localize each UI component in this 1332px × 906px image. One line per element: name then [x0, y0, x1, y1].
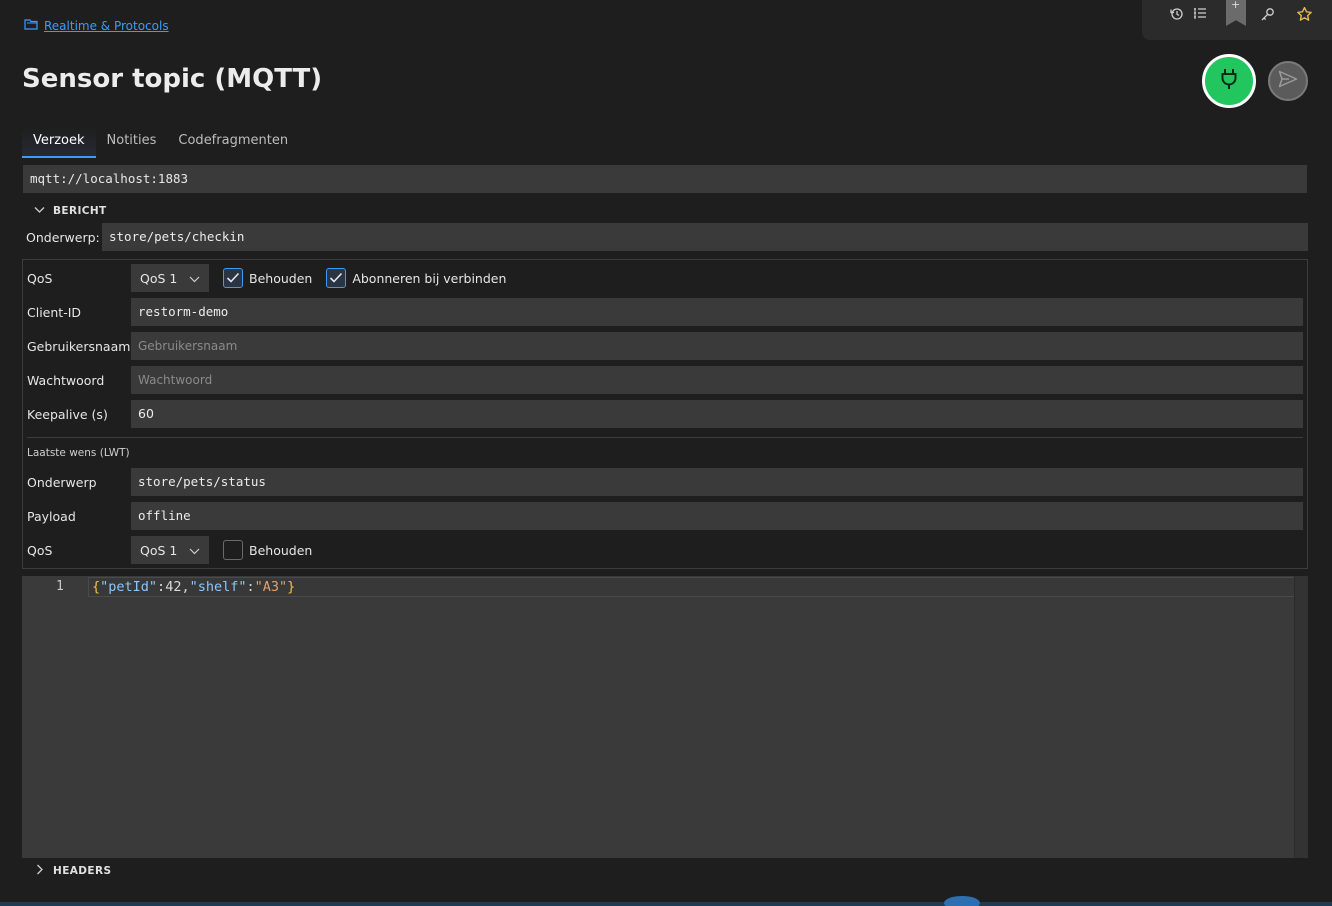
chevron-down-icon: [34, 205, 45, 217]
subscribe-label: Abonneren bij verbinden: [352, 270, 507, 286]
lwt-qos-select[interactable]: QoS 1: [131, 536, 209, 564]
lwt-payload-input[interactable]: offline: [131, 502, 1303, 530]
subscribe-checkbox[interactable]: [326, 268, 347, 288]
json-string: "A3": [254, 579, 288, 595]
key-icon[interactable]: [1258, 5, 1276, 23]
topic-label: Onderwerp:: [26, 229, 100, 245]
keepalive-input[interactable]: 60: [131, 400, 1303, 428]
tab-codefragmenten[interactable]: Codefragmenten: [167, 128, 299, 158]
line-number: 1: [56, 579, 64, 594]
qos-label: QoS: [27, 270, 53, 286]
tab-verzoek[interactable]: Verzoek: [22, 128, 96, 158]
send-button[interactable]: [1268, 61, 1308, 101]
star-icon[interactable]: [1295, 5, 1313, 23]
payload-editor[interactable]: 1 {"petId":42,"shelf":"A3"}: [22, 576, 1308, 858]
json-brace-open: {: [92, 579, 101, 595]
editor-scrollbar[interactable]: [1294, 576, 1308, 858]
mqtt-options-panel: QoS QoS 1 Behouden Abonneren bij verbind…: [22, 259, 1308, 569]
topic-row: Onderwerp: store/pets/checkin: [26, 223, 1308, 251]
code-line[interactable]: {"petId":42,"shelf":"A3"}: [88, 577, 1306, 597]
lwt-topic-label: Onderwerp: [27, 474, 97, 490]
retain-checkbox[interactable]: [223, 268, 243, 288]
page-title: Sensor topic (MQTT): [22, 64, 323, 94]
qos-row: QoS QoS 1 Behouden Abonneren bij verbind…: [27, 264, 520, 292]
client-id-row: Client-ID restorm-demo: [27, 298, 1303, 326]
qos-select[interactable]: QoS 1: [131, 264, 209, 292]
json-comma: ,: [181, 579, 190, 595]
json-key: "shelf": [189, 579, 247, 595]
username-label: Gebruikersnaam: [27, 338, 131, 354]
client-id-label: Client-ID: [27, 304, 82, 320]
lwt-qos-row: QoS QoS 1 Behouden: [27, 536, 326, 564]
connect-button[interactable]: [1202, 54, 1256, 108]
chevron-right-icon: [34, 864, 45, 878]
status-bar: [0, 902, 1332, 906]
json-colon: :: [157, 579, 166, 595]
bookmark-add-icon[interactable]: +: [1226, 0, 1246, 26]
json-number: 42: [165, 579, 182, 595]
check-icon: [329, 269, 343, 288]
keepalive-row: Keepalive (s) 60: [27, 400, 1303, 428]
lwt-topic-input[interactable]: store/pets/status: [131, 468, 1303, 496]
top-toolbar: +: [1142, 0, 1332, 40]
json-brace-close: }: [287, 579, 296, 595]
folder-icon: [24, 17, 40, 34]
message-section-toggle[interactable]: BERICHT: [34, 205, 107, 217]
lwt-payload-row: Payload offline: [27, 502, 1303, 530]
plug-icon: [1219, 68, 1239, 94]
username-input[interactable]: Gebruikersnaam: [131, 332, 1303, 360]
status-indicator: [944, 896, 980, 906]
qos-select-value: QoS 1: [140, 270, 178, 286]
send-icon: [1278, 70, 1298, 92]
keepalive-label: Keepalive (s): [27, 406, 108, 422]
url-input[interactable]: mqtt://localhost:1883: [23, 165, 1307, 193]
lwt-title: Laatste wens (LWT): [27, 447, 130, 459]
json-colon: :: [246, 579, 255, 595]
client-id-input[interactable]: restorm-demo: [131, 298, 1303, 326]
divider: [27, 437, 1303, 438]
chevron-down-icon: [189, 543, 200, 558]
json-key: "petId": [100, 579, 158, 595]
breadcrumb-link[interactable]: Realtime & Protocols: [44, 19, 169, 33]
password-row: Wachtwoord Wachtwoord: [27, 366, 1303, 394]
lwt-retain-checkbox[interactable]: [223, 540, 243, 560]
password-input[interactable]: Wachtwoord: [131, 366, 1303, 394]
username-row: Gebruikersnaam Gebruikersnaam: [27, 332, 1303, 360]
headers-section-title: HEADERS: [53, 865, 112, 877]
lwt-qos-label: QoS: [27, 542, 53, 558]
check-icon: [226, 269, 240, 288]
lwt-topic-row: Onderwerp store/pets/status: [27, 468, 1303, 496]
message-section-title: BERICHT: [53, 205, 107, 217]
chevron-down-icon: [189, 271, 200, 286]
headers-section-toggle[interactable]: HEADERS: [34, 864, 111, 878]
history-icon[interactable]: [1168, 5, 1186, 23]
retain-label: Behouden: [249, 270, 313, 286]
topic-input[interactable]: store/pets/checkin: [102, 223, 1308, 251]
list-icon[interactable]: [1191, 5, 1209, 23]
lwt-retain-label: Behouden: [249, 542, 313, 558]
breadcrumb: Realtime & Protocols: [24, 17, 169, 34]
lwt-payload-label: Payload: [27, 508, 76, 524]
password-label: Wachtwoord: [27, 372, 105, 388]
tab-notities[interactable]: Notities: [96, 128, 168, 158]
request-tabs: Verzoek Notities Codefragmenten: [22, 128, 299, 158]
lwt-qos-select-value: QoS 1: [140, 542, 178, 558]
